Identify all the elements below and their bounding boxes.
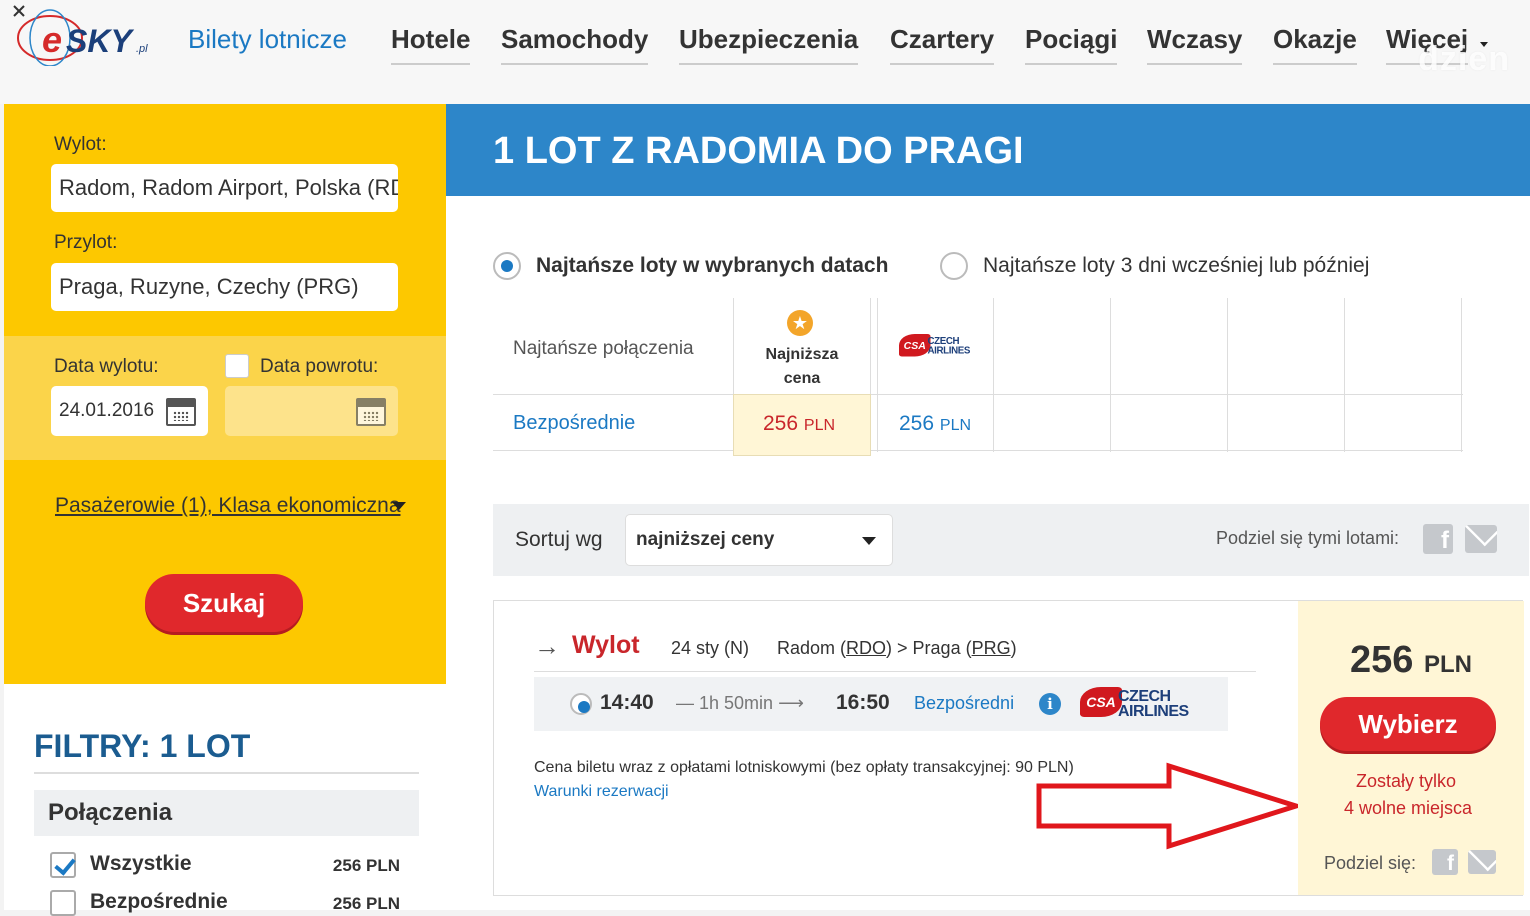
checkbox[interactable]: [50, 890, 76, 916]
divider: [1461, 298, 1462, 452]
divider: [34, 772, 419, 774]
airline-name: CZECH AIRLINES: [927, 334, 971, 356]
direct-flight-label[interactable]: Bezpośredni: [914, 693, 1014, 714]
select-flight-button[interactable]: Wybierz: [1320, 697, 1496, 751]
route: Radom (RDO) > Praga (PRG): [777, 638, 1017, 658]
annotation-arrow: [1036, 762, 1304, 850]
calendar-icon[interactable]: [166, 398, 196, 426]
flight-duration: — 1h 50min ⟶: [676, 693, 804, 713]
facebook-icon[interactable]: f: [1432, 849, 1458, 875]
svg-text:.pl: .pl: [136, 43, 148, 55]
chevron-down-icon[interactable]: [862, 537, 876, 545]
chevron-down-icon[interactable]: [392, 502, 406, 510]
results-panel: 1 LOT Z RADOMIA DO PRAGI Najtańsze loty …: [446, 104, 1530, 910]
flight-date: 24 sty (N): [671, 638, 750, 658]
csa-logo-mark: CSA: [1080, 687, 1122, 717]
filters-section-title: Połączenia: [34, 790, 419, 836]
mail-icon[interactable]: [1468, 850, 1496, 874]
nav-czartery[interactable]: Czartery: [890, 24, 995, 65]
booking-terms-link[interactable]: Warunki rezerwacji: [534, 783, 669, 801]
departure-date-label: Data wylotu:: [54, 356, 159, 377]
csa-logo-mark: CSA: [899, 334, 931, 357]
nav-bilety-lotnicze[interactable]: Bilety lotnicze: [188, 24, 347, 65]
seats-left-line1: Zostały tylko: [1355, 771, 1457, 791]
divider: [1344, 298, 1345, 452]
watermark: dzien: [1418, 40, 1510, 78]
sort-select[interactable]: najniższej ceny: [625, 514, 893, 566]
return-date-checkbox[interactable]: [225, 354, 249, 378]
departure-label: Wylot:: [54, 134, 107, 155]
search-button[interactable]: Szukaj: [145, 574, 303, 632]
airline-name: CZECH AIRLINES: [1118, 688, 1189, 720]
radio-flight-selected[interactable]: [570, 693, 592, 715]
filters-panel: FILTRY: 1 LOT Połączenia Wszystkie 256 P…: [4, 684, 446, 916]
czech-airlines-logo: CSA CZECH AIRLINES: [1080, 687, 1200, 721]
search-panel: Wylot: Radom, Radom Airport, Polska (RDO…: [4, 104, 446, 684]
direct-flights-link[interactable]: Bezpośrednie: [513, 412, 635, 435]
arrival-label: Przylot:: [54, 232, 118, 253]
airline-price-value[interactable]: 256 PLN: [899, 412, 971, 436]
seats-left-line2: 4 wolne miejsca: [1343, 798, 1473, 818]
radio-flexible-dates[interactable]: [940, 252, 968, 280]
share-label: Podziel się:: [1324, 853, 1417, 873]
option-selected-dates-label[interactable]: Najtańsze loty w wybranych datach: [536, 254, 888, 278]
sort-select-value: najniższej ceny: [636, 529, 775, 550]
filters-title: FILTRY: 1 LOT: [34, 728, 251, 764]
checkbox-checked[interactable]: [50, 852, 76, 878]
divider: [493, 450, 1463, 451]
divider: [877, 298, 878, 452]
radio-selected-dates[interactable]: [493, 252, 521, 280]
arrival-time: 16:50: [836, 691, 890, 714]
esky-logo[interactable]: e SKY .pl: [8, 4, 158, 66]
price-matrix: Najtańsze połączenia ★ Najniższa cena CS…: [493, 298, 1463, 458]
lowest-price-header-line2: cena: [783, 370, 821, 387]
arrow-right-icon: →: [534, 631, 560, 661]
czech-airlines-logo: CSA CZECH AIRLINES: [899, 334, 970, 357]
departure-time: 14:40: [600, 691, 654, 714]
sort-bar: Sortuj wg najniższej ceny Podziel się ty…: [493, 504, 1529, 576]
mail-icon[interactable]: [1465, 525, 1497, 553]
direction-label: Wylot: [572, 631, 640, 659]
share-flights-label: Podziel się tymi lotami:: [1216, 528, 1400, 548]
nav-okazje[interactable]: Okazje: [1273, 24, 1357, 65]
info-icon[interactable]: i: [1039, 693, 1061, 715]
divider: [1227, 298, 1228, 452]
flight-result-card: → Wylot 24 sty (N) Radom (RDO) > Praga (…: [493, 600, 1524, 896]
lowest-price-value[interactable]: 256 PLN: [763, 412, 835, 436]
svg-text:e: e: [42, 19, 62, 60]
divider: [1110, 298, 1111, 452]
lowest-price-header: Najniższa: [765, 346, 839, 363]
sort-label: Sortuj wg: [515, 528, 603, 551]
filter-price: 256 PLN: [332, 856, 400, 875]
divider: [493, 394, 1463, 395]
divider: [534, 671, 1256, 672]
nav-ubezpieczenia[interactable]: Ubezpieczenia: [679, 24, 859, 65]
divider: [993, 298, 994, 452]
nav-wczasy[interactable]: Wczasy: [1147, 24, 1243, 65]
option-flexible-dates-label[interactable]: Najtańsze loty 3 dni wcześniej lub późni…: [983, 254, 1369, 278]
passengers-class-link[interactable]: Pasażerowie (1), Klasa ekonomiczna: [55, 494, 401, 518]
flight-price: 256 PLN: [1350, 639, 1472, 681]
nav-samochody[interactable]: Samochody: [501, 24, 649, 65]
filter-label: Bezpośrednie: [90, 890, 228, 913]
filter-price: 256 PLN: [332, 894, 400, 913]
svg-text:SKY: SKY: [66, 23, 134, 59]
arrival-input[interactable]: Praga, Ruzyne, Czechy (PRG): [51, 263, 398, 311]
star-icon: ★: [787, 310, 813, 336]
departure-input[interactable]: Radom, Radom Airport, Polska (RDO): [51, 164, 398, 212]
top-navigation: e SKY .pl Bilety lotnicze Hotele Samocho…: [0, 0, 1530, 104]
flight-segment-row[interactable]: 14:40 — 1h 50min ⟶ 16:50 Bezpośredni i C…: [534, 677, 1228, 731]
nav-pociagi[interactable]: Pociągi: [1025, 24, 1118, 65]
calendar-icon[interactable]: [356, 398, 386, 426]
page-title: 1 LOT Z RADOMIA DO PRAGI: [493, 130, 1024, 172]
results-header: 1 LOT Z RADOMIA DO PRAGI: [446, 104, 1530, 196]
filter-label: Wszystkie: [90, 852, 192, 875]
return-date-label: Data powrotu:: [260, 356, 379, 377]
facebook-icon[interactable]: f: [1423, 524, 1453, 554]
nav-hotele[interactable]: Hotele: [391, 24, 471, 65]
price-note: Cena biletu wraz z opłatami lotniskowymi…: [534, 759, 1074, 776]
matrix-row-header: Najtańsze połączenia: [513, 338, 694, 359]
price-column: 256 PLN Wybierz Zostały tylko 4 wolne mi…: [1298, 601, 1524, 895]
